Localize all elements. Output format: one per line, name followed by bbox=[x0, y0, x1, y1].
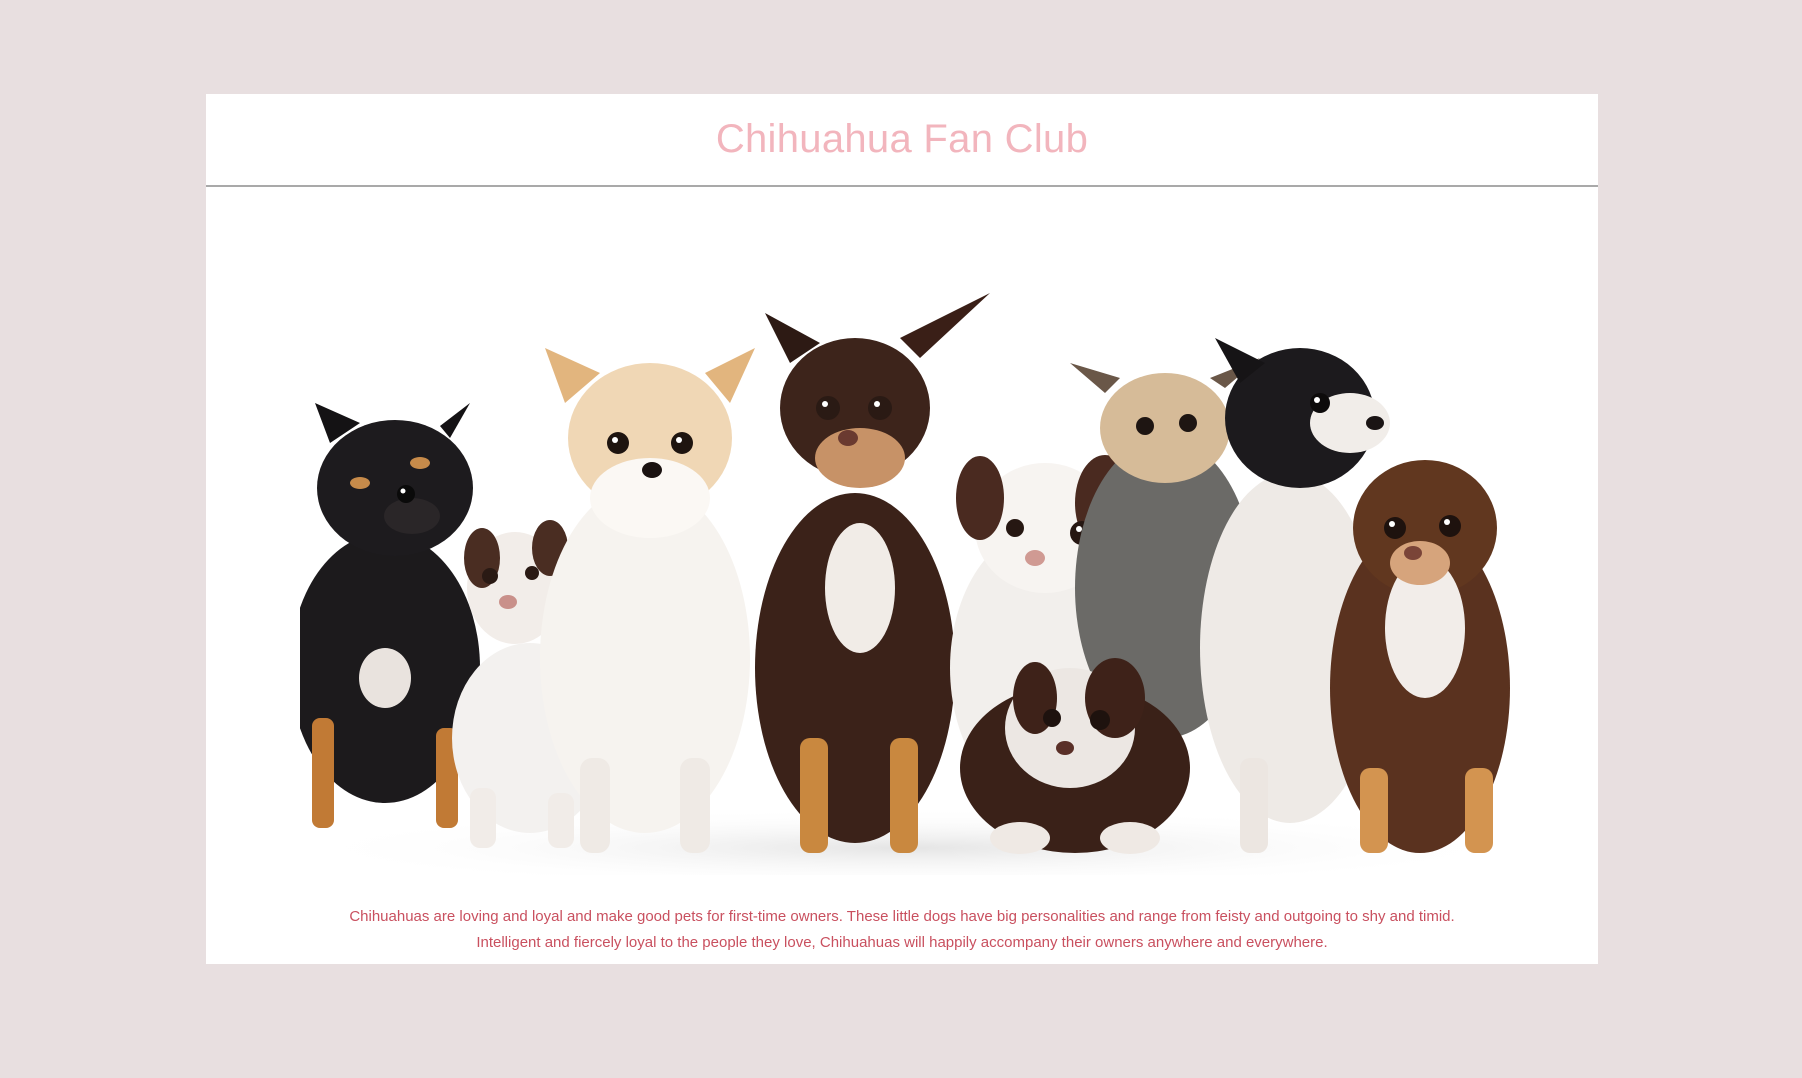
description-text: Chihuahuas are loving and loyal and make… bbox=[349, 908, 1455, 951]
chihuahua-group-photo bbox=[300, 198, 1510, 875]
page-title: Chihuahua Fan Club bbox=[715, 117, 1089, 161]
dog-black-tan-left bbox=[300, 403, 480, 828]
dog-brown-right bbox=[1330, 460, 1510, 853]
dogs-illustration bbox=[300, 198, 1510, 875]
content-card: Chihuahua Fan Club Chihuahuas are loving… bbox=[206, 94, 1598, 964]
site-header: Chihuahua Fan Club bbox=[206, 94, 1598, 187]
